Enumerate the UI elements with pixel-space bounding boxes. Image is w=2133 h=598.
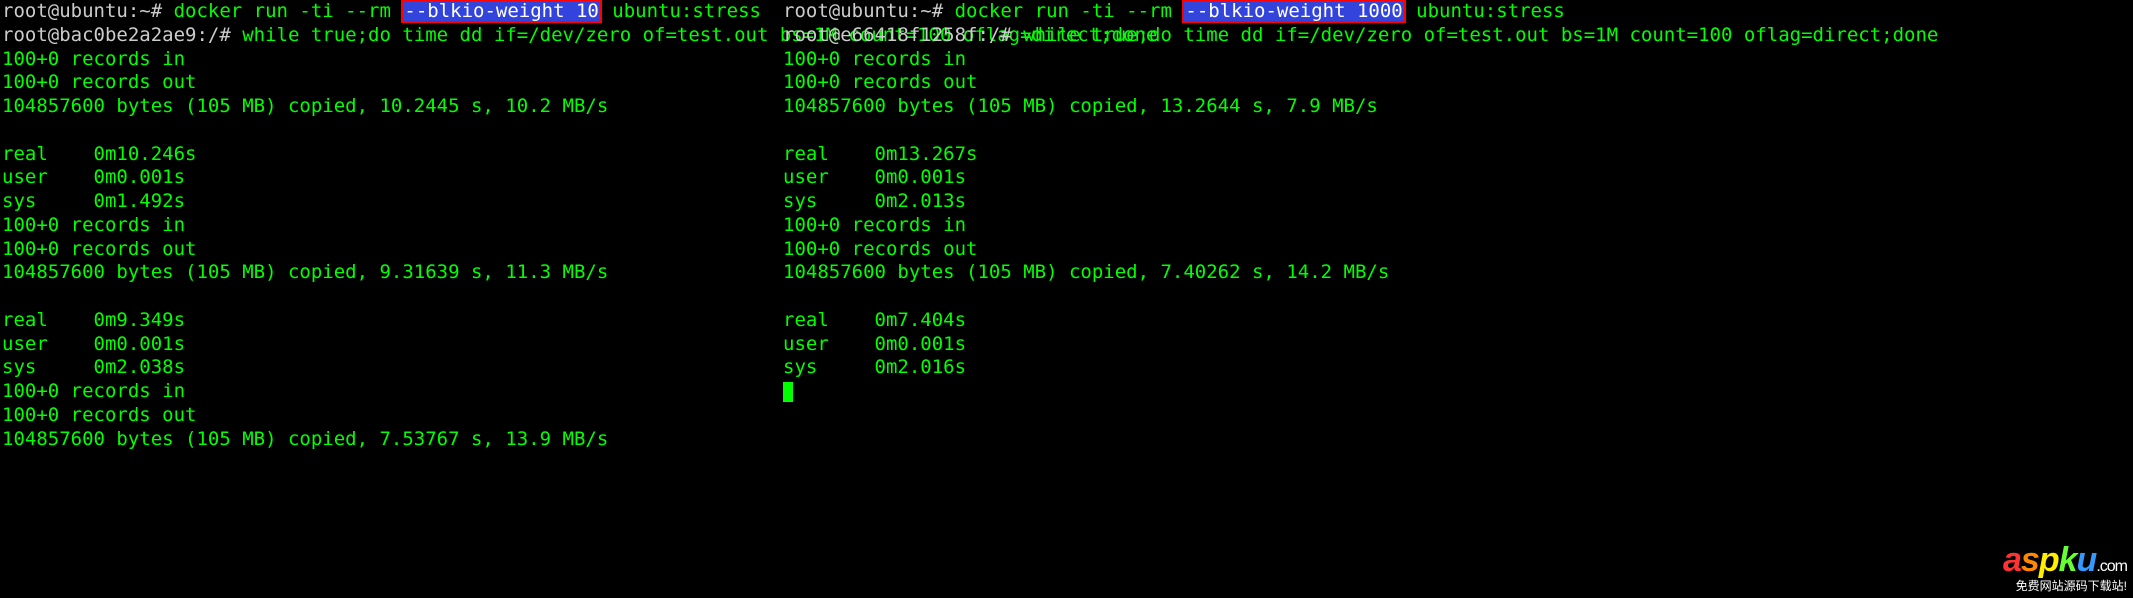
terminal-right[interactable]: root@ubuntu:~# docker run -ti --rm --blk… <box>781 0 2133 598</box>
output-line: 100+0 records in <box>2 48 185 70</box>
time-user: user 0m0.001s <box>783 333 966 355</box>
terminal-left[interactable]: root@ubuntu:~# docker run -ti --rm --blk… <box>0 0 781 598</box>
watermark: aspku.com 免费网站源码下载站! <box>2003 539 2127 595</box>
cursor-icon <box>783 382 793 402</box>
brand-dotcom: .com <box>2096 558 2127 575</box>
output-line: 100+0 records out <box>2 71 196 93</box>
cmd-text: ubuntu:stress <box>601 0 761 22</box>
output-line: 100+0 records in <box>783 48 966 70</box>
shell-prompt: root@e66418f1258f:/# <box>783 24 1023 46</box>
cmd-text: while true;do time dd if=/dev/zero of=te… <box>1023 24 1938 46</box>
output-line: 100+0 records in <box>783 214 966 236</box>
cmd-text: ubuntu:stress <box>1405 0 1565 22</box>
output-line: 100+0 records out <box>783 71 977 93</box>
output-line: 100+0 records in <box>2 214 185 236</box>
shell-prompt: root@ubuntu:~# <box>2 0 174 22</box>
time-real: real 0m7.404s <box>783 309 966 331</box>
output-line: 100+0 records out <box>2 238 196 260</box>
blkio-flag-highlight: --blkio-weight 10 <box>402 0 600 22</box>
blkio-flag-highlight: --blkio-weight 1000 <box>1183 0 1404 22</box>
brand-letter: p <box>2039 541 2059 579</box>
time-sys: sys 0m2.016s <box>783 356 966 378</box>
cmd-text: docker run -ti --rm <box>174 0 403 22</box>
time-real: real 0m10.246s <box>2 143 196 165</box>
output-line: 104857600 bytes (105 MB) copied, 9.31639… <box>2 261 608 283</box>
time-sys: sys 0m1.492s <box>2 190 185 212</box>
watermark-sub: 免费网站源码下载站! <box>2003 579 2127 594</box>
output-line: 104857600 bytes (105 MB) copied, 7.40262… <box>783 261 1389 283</box>
output-line: 100+0 records out <box>783 238 977 260</box>
cmd-text: docker run -ti --rm <box>955 0 1184 22</box>
time-sys: sys 0m2.013s <box>783 190 966 212</box>
output-line: 104857600 bytes (105 MB) copied, 7.53767… <box>2 428 608 450</box>
shell-prompt: root@ubuntu:~# <box>783 0 955 22</box>
brand-letter: k <box>2059 541 2077 579</box>
watermark-brand: aspku.com <box>2003 539 2127 582</box>
brand-letter: u <box>2077 541 2097 579</box>
shell-prompt: root@bac0be2a2ae9:/# <box>2 24 242 46</box>
time-real: real 0m9.349s <box>2 309 185 331</box>
time-sys: sys 0m2.038s <box>2 356 185 378</box>
time-user: user 0m0.001s <box>783 166 966 188</box>
output-line: 104857600 bytes (105 MB) copied, 10.2445… <box>2 95 608 117</box>
brand-letter: s <box>2021 541 2039 579</box>
time-user: user 0m0.001s <box>2 166 185 188</box>
time-real: real 0m13.267s <box>783 143 977 165</box>
output-line: 104857600 bytes (105 MB) copied, 13.2644… <box>783 95 1378 117</box>
output-line: 100+0 records out <box>2 404 196 426</box>
output-line: 100+0 records in <box>2 380 185 402</box>
time-user: user 0m0.001s <box>2 333 185 355</box>
brand-letter: a <box>2003 541 2021 579</box>
